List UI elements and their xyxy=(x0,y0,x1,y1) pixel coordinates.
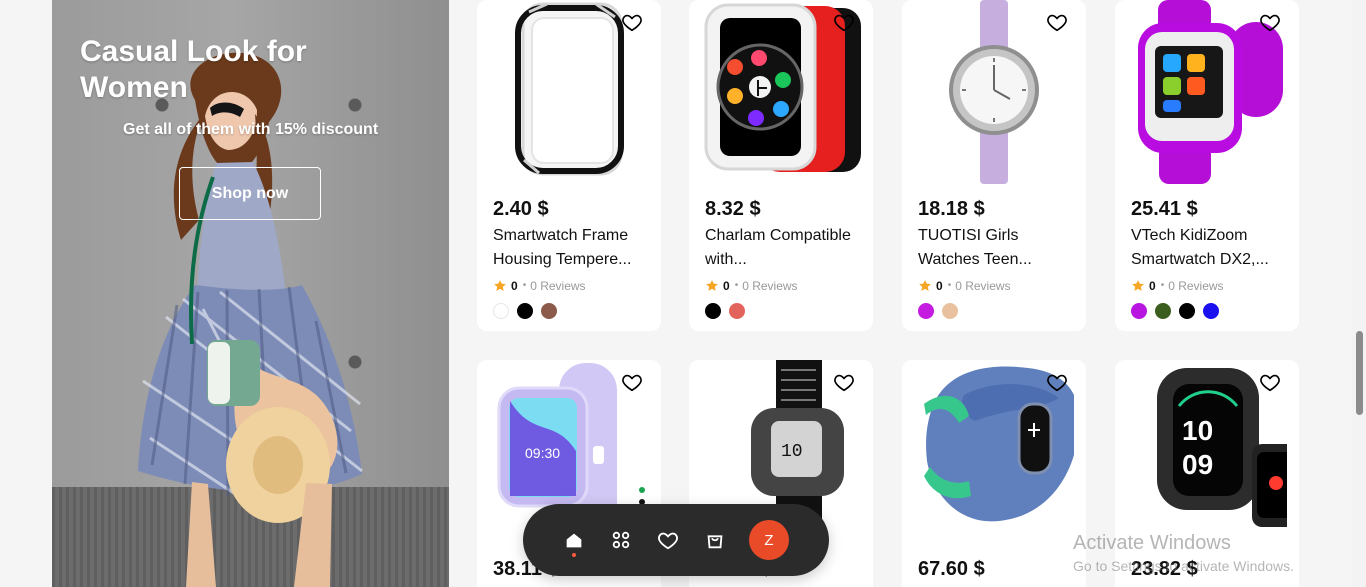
rating-separator-dot: • xyxy=(947,280,952,291)
color-options xyxy=(705,303,857,319)
product-title[interactable]: VTech KidiZoom Smartwatch DX2,... xyxy=(1131,224,1283,272)
svg-text:09:30: 09:30 xyxy=(525,445,560,461)
rating-separator-dot: • xyxy=(1160,280,1165,291)
product-title[interactable]: TUOTISI Girls Watches Teen... xyxy=(918,224,1070,272)
color-options xyxy=(918,303,1070,319)
wishlist-button[interactable] xyxy=(620,370,644,394)
wishlist-button[interactable] xyxy=(832,370,856,394)
color-swatch[interactable] xyxy=(517,303,533,319)
svg-text:10: 10 xyxy=(781,442,803,462)
svg-text:10: 10 xyxy=(1182,415,1213,446)
heart-icon xyxy=(657,532,678,550)
rating-value: 0 xyxy=(1149,279,1156,293)
home-nav-button[interactable] xyxy=(559,522,588,558)
product-listing-page: Casual Look for Women Get all of them wi… xyxy=(0,0,1366,587)
heart-icon xyxy=(1047,374,1067,392)
product-card[interactable]: 25.41 $ VTech KidiZoom Smartwatch DX2,..… xyxy=(1115,0,1299,331)
product-card-body: 67.60 $ xyxy=(918,557,1070,581)
rating-separator-dot: • xyxy=(522,280,527,291)
color-swatch[interactable] xyxy=(1203,303,1219,319)
rating-separator-dot: • xyxy=(734,280,739,291)
product-price: 2.40 $ xyxy=(493,198,549,220)
color-options xyxy=(493,303,645,319)
product-title[interactable]: Smartwatch Frame Housing Tempere... xyxy=(493,224,645,272)
product-price: 67.60 $ xyxy=(918,558,985,580)
rating-summary: 0 • 0 Reviews xyxy=(918,278,1070,294)
product-price: 25.41 $ xyxy=(1131,198,1198,220)
wishlist-button[interactable] xyxy=(1045,10,1069,34)
bag-icon xyxy=(707,535,722,549)
color-swatch[interactable] xyxy=(1131,303,1147,319)
color-swatch[interactable] xyxy=(1179,303,1195,319)
wishlist-button[interactable] xyxy=(1258,370,1282,394)
review-count: 0 Reviews xyxy=(1168,279,1224,293)
heart-icon xyxy=(622,14,642,32)
wishlist-button[interactable] xyxy=(620,10,644,34)
color-swatch[interactable] xyxy=(942,303,958,319)
color-options xyxy=(1131,303,1283,319)
product-price: 23.82 $ xyxy=(1131,558,1198,580)
product-card[interactable]: 10 09 23.82 $ xyxy=(1115,360,1299,587)
wishlist-button[interactable] xyxy=(1045,370,1069,394)
star-icon xyxy=(1131,279,1145,293)
product-card[interactable]: 2.40 $ Smartwatch Frame Housing Tempere.… xyxy=(477,0,661,331)
heart-icon xyxy=(1047,14,1067,32)
color-swatch[interactable] xyxy=(541,303,557,319)
product-price: 18.18 $ xyxy=(918,198,985,220)
wishlist-button[interactable] xyxy=(1258,10,1282,34)
product-card-body: 8.32 $ Charlam Compatible with... 0 • 0 … xyxy=(705,197,857,319)
active-indicator-dot xyxy=(571,553,576,557)
star-icon xyxy=(705,279,719,293)
rating-value: 0 xyxy=(511,279,518,293)
heart-icon xyxy=(1260,14,1280,32)
shop-now-button[interactable]: Shop now xyxy=(179,167,321,220)
rating-summary: 0 • 0 Reviews xyxy=(1131,278,1283,294)
review-count: 0 Reviews xyxy=(742,279,798,293)
product-card[interactable]: 8.32 $ Charlam Compatible with... 0 • 0 … xyxy=(689,0,873,331)
review-count: 0 Reviews xyxy=(955,279,1011,293)
promo-subtitle: Get all of them with 15% discount xyxy=(123,121,379,138)
promo-banner: Casual Look for Women Get all of them wi… xyxy=(52,0,449,587)
product-price: 8.32 $ xyxy=(705,198,761,220)
rating-summary: 0 • 0 Reviews xyxy=(705,278,857,294)
home-icon xyxy=(566,533,581,548)
categories-nav-button[interactable] xyxy=(606,522,635,558)
star-icon xyxy=(493,279,507,293)
promo-title: Casual Look for Women xyxy=(80,35,307,104)
svg-text:09: 09 xyxy=(1182,449,1213,480)
color-swatch[interactable] xyxy=(729,303,745,319)
floating-bottom-navigation: Z xyxy=(523,504,829,576)
product-card-body: 18.18 $ TUOTISI Girls Watches Teen... 0 … xyxy=(918,197,1070,319)
favorites-nav-button[interactable] xyxy=(653,522,682,558)
rating-summary: 0 • 0 Reviews xyxy=(493,278,645,294)
heart-icon xyxy=(1260,374,1280,392)
bag-nav-button[interactable] xyxy=(700,522,729,558)
color-swatch[interactable] xyxy=(705,303,721,319)
heart-icon xyxy=(834,374,854,392)
color-swatch[interactable] xyxy=(918,303,934,319)
heart-icon xyxy=(622,374,642,392)
rating-value: 0 xyxy=(936,279,943,293)
review-count: 0 Reviews xyxy=(530,279,586,293)
product-card-body: 23.82 $ xyxy=(1131,557,1283,581)
star-icon xyxy=(918,279,932,293)
product-card[interactable]: 18.18 $ TUOTISI Girls Watches Teen... 0 … xyxy=(902,0,1086,331)
product-title[interactable]: Charlam Compatible with... xyxy=(705,224,857,272)
heart-icon xyxy=(834,14,854,32)
wishlist-button[interactable] xyxy=(832,10,856,34)
user-avatar-button[interactable]: Z xyxy=(749,520,789,560)
product-card-body: 25.41 $ VTech KidiZoom Smartwatch DX2,..… xyxy=(1131,197,1283,319)
rating-value: 0 xyxy=(723,279,730,293)
color-swatch[interactable] xyxy=(1155,303,1171,319)
page-scrollbar[interactable] xyxy=(1352,0,1366,587)
product-card-body: 2.40 $ Smartwatch Frame Housing Tempere.… xyxy=(493,197,645,319)
color-swatch[interactable] xyxy=(493,303,509,319)
categories-icon xyxy=(612,531,629,549)
product-card[interactable]: 67.60 $ xyxy=(902,360,1086,587)
product-grid: 2.40 $ Smartwatch Frame Housing Tempere.… xyxy=(477,0,1301,587)
scrollbar-thumb[interactable] xyxy=(1356,331,1363,415)
